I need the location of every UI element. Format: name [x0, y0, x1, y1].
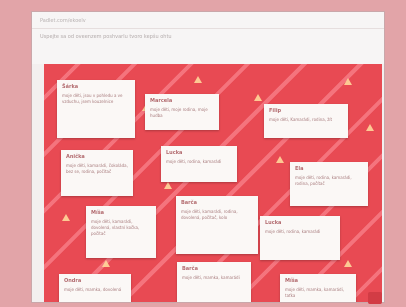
post-card[interactable]: Míša moje děti, kamarádi, dovolená, vlas…: [86, 206, 156, 258]
post-author: Ondra: [64, 278, 82, 284]
padlet-board[interactable]: Šárka moje děti, jsou v pohledu a ve vzd…: [44, 64, 382, 302]
post-author: Ela: [295, 166, 304, 172]
post-card[interactable]: Míša moje děti, mamka, kamarádi, taťka: [280, 274, 356, 302]
post-card[interactable]: Anička moje děti, kamarádi, čokoláda, be…: [61, 150, 133, 196]
post-author: Marcela: [150, 98, 173, 104]
post-author: Šárka: [62, 84, 79, 90]
post-text: moje děti, mamka, dovolená: [64, 287, 122, 292]
padlet-subtitle: Uspejte sa od oveenzem poshvarlu tvoro k…: [40, 34, 172, 40]
decor-triangle: [276, 156, 284, 163]
post-card[interactable]: Ondra moje děti, mamka, dovolená: [59, 274, 131, 302]
post-card[interactable]: Lucka moje děti, rodina, kamarádi: [161, 146, 237, 182]
post-card[interactable]: Lucka moje děti, rodina, kamarádi: [260, 216, 340, 260]
post-card[interactable]: Filip moje děti, Kamarádi, rodina, žít: [264, 104, 348, 138]
decor-triangle: [344, 78, 352, 85]
post-author: Lucka: [265, 220, 282, 226]
post-author: Lucka: [166, 150, 183, 156]
post-text: moje děti, kamarádi, dovolená, vlastní k…: [91, 219, 140, 236]
decor-triangle: [164, 182, 172, 189]
padlet-title: Padlet.com/ekoelv: [40, 18, 86, 24]
post-text: moje děti, rodina, kamarádi: [265, 229, 321, 234]
post-author: Anička: [66, 154, 85, 160]
decor-triangle: [194, 76, 202, 83]
post-text: moje děti, Kamarádi, rodina, žít: [269, 117, 333, 122]
padlet-window: Padlet.com/ekoelv Uspejte sa od oveenzem…: [32, 12, 384, 302]
decor-triangle: [344, 260, 352, 267]
add-post-button[interactable]: [368, 292, 382, 304]
post-author: Barča: [182, 266, 198, 272]
post-author: Barča: [181, 200, 197, 206]
padlet-header: Padlet.com/ekoelv Uspejte sa od oveenzem…: [32, 12, 384, 64]
post-text: moje děti, jsou v pohledu a ve vzduchu, …: [62, 93, 123, 104]
post-author: Míša: [91, 210, 105, 216]
post-card[interactable]: Marcela moje děti, moje rodina, moje hud…: [145, 94, 219, 130]
decor-triangle: [62, 214, 70, 221]
post-card[interactable]: Barča moje děti, mamka, kamarádi: [177, 262, 251, 302]
decor-triangle: [254, 94, 262, 101]
post-text: moje děti, kamarádi, čokoláda, bez se, r…: [66, 163, 128, 174]
post-text: moje děti, mamka, kamarádi, taťka: [285, 287, 344, 298]
post-card[interactable]: Šárka moje děti, jsou v pohledu a ve vzd…: [57, 80, 135, 138]
decor-triangle: [102, 260, 110, 267]
post-author: Míša: [285, 278, 299, 284]
post-text: moje děti, mamka, kamarádi: [182, 275, 240, 280]
post-author: Filip: [269, 108, 282, 114]
post-text: moje děti, rodina, kamarádi: [166, 159, 222, 164]
decor-triangle: [366, 124, 374, 131]
post-text: moje děti, kamarádi, rodina, dovolená, p…: [181, 209, 238, 220]
post-text: moje děti, moje rodina, moje hudba: [150, 107, 208, 118]
post-text: moje děti, rodina, kamarádi, rodina, poč…: [295, 175, 352, 186]
post-card[interactable]: Barča moje děti, kamarádi, rodina, dovol…: [176, 196, 258, 254]
header-divider: [32, 28, 384, 29]
post-card[interactable]: Ela moje děti, rodina, kamarádi, rodina,…: [290, 162, 368, 206]
